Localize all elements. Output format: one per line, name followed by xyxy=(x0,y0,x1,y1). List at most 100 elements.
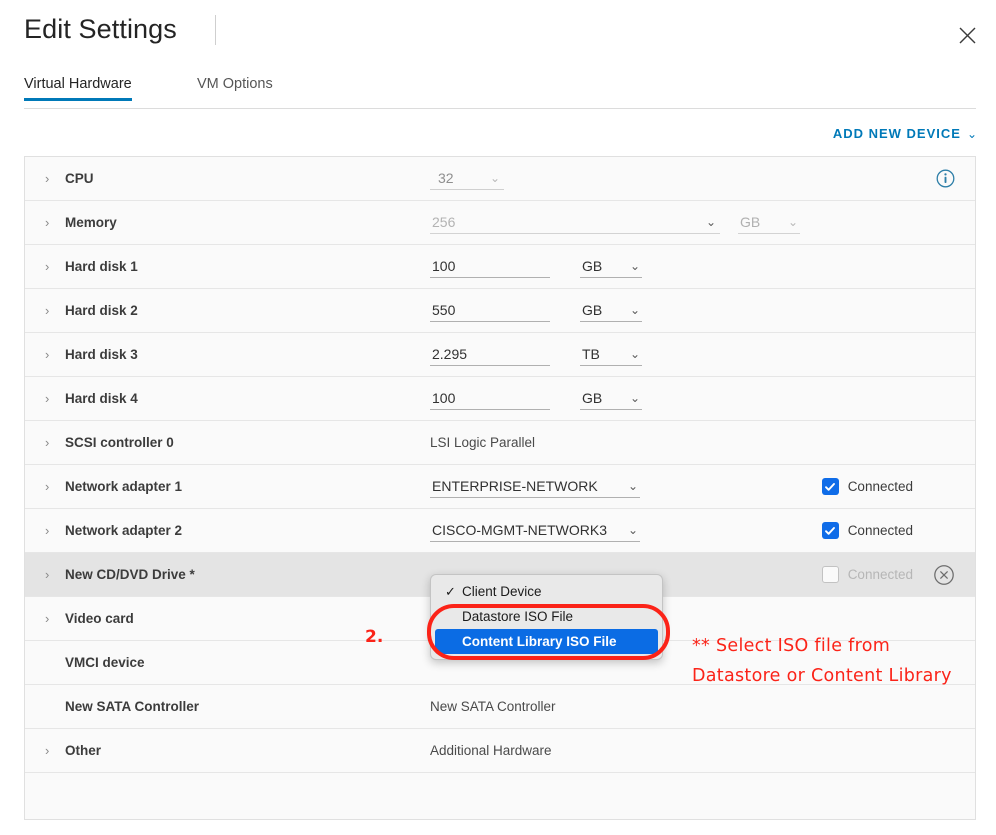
edit-settings-dialog: Edit Settings Virtual Hardware VM Option… xyxy=(0,0,996,835)
expand-chevron-icon[interactable]: › xyxy=(45,348,57,361)
device-label: Hard disk 1 xyxy=(65,259,138,274)
device-value-cell: 256 ⌄ GB ⌄ xyxy=(430,212,800,234)
device-value-cell: ENTERPRISE-NETWORK ⌄ xyxy=(430,476,640,498)
device-value-cell: CISCO-MGMT-NETWORK3 ⌄ xyxy=(430,520,640,542)
table-row[interactable]: › Hard disk 1 100 GB ⌄ xyxy=(25,245,975,289)
network-select[interactable]: CISCO-MGMT-NETWORK3 ⌄ xyxy=(430,520,640,542)
tab-virtual-hardware[interactable]: Virtual Hardware xyxy=(24,76,132,101)
cddvd-type-dropdown-menu[interactable]: ✓ Client Device Datastore ISO File Content … xyxy=(430,574,663,660)
network-value: ENTERPRISE-NETWORK xyxy=(432,478,598,494)
disk-size-input[interactable]: 550 xyxy=(430,300,550,322)
table-row[interactable]: › Network adapter 1 ENTERPRISE-NETWORK ⌄ Con… xyxy=(25,465,975,509)
expand-chevron-icon[interactable]: › xyxy=(45,172,57,185)
add-new-device-button[interactable]: ADD NEW DEVICE ⌄ xyxy=(833,126,978,141)
tab-vm-options[interactable]: VM Options xyxy=(197,76,273,101)
disk-size-value: 100 xyxy=(432,258,456,274)
memory-size-input[interactable]: 256 ⌄ xyxy=(430,212,720,234)
remove-circle-icon[interactable] xyxy=(933,564,955,586)
device-label: SCSI controller 0 xyxy=(65,435,174,450)
disk-unit-select[interactable]: TB ⌄ xyxy=(580,344,642,366)
cpu-count-select[interactable]: 32 ⌄ xyxy=(430,168,504,190)
expand-chevron-icon[interactable]: › xyxy=(45,260,57,273)
disk-unit-value: GB xyxy=(582,258,603,274)
disk-unit-select[interactable]: GB ⌄ xyxy=(580,300,642,322)
table-row[interactable]: New SATA Controller New SATA Controller xyxy=(25,685,975,729)
connected-checkbox[interactable]: Connected xyxy=(821,478,913,495)
dropdown-item[interactable]: Datastore ISO File xyxy=(435,604,658,629)
device-value-cell: 100 GB ⌄ xyxy=(430,256,642,278)
disk-size-input[interactable]: 2.295 xyxy=(430,344,550,366)
chevron-down-icon: ⌄ xyxy=(629,347,640,361)
network-value: CISCO-MGMT-NETWORK3 xyxy=(432,522,607,538)
device-static-value: New SATA Controller xyxy=(430,699,556,714)
table-row[interactable]: › Other Additional Hardware xyxy=(25,729,975,773)
device-static-value: LSI Logic Parallel xyxy=(430,435,536,450)
disk-unit-select[interactable]: GB ⌄ xyxy=(580,256,642,278)
device-value-cell: 32 ⌄ xyxy=(430,168,504,190)
disk-unit-value: GB xyxy=(582,390,603,406)
table-row[interactable]: › Hard disk 2 550 GB ⌄ xyxy=(25,289,975,333)
table-row[interactable]: › Network adapter 2 CISCO-MGMT-NETWORK3 ⌄ Co… xyxy=(25,509,975,553)
device-value-cell: Additional Hardware xyxy=(430,743,552,758)
device-value-cell: LSI Logic Parallel xyxy=(430,435,535,450)
table-row[interactable]: › Memory 256 ⌄ GB ⌄ xyxy=(25,201,975,245)
device-label: Hard disk 2 xyxy=(65,303,138,318)
disk-size-value: 550 xyxy=(432,302,456,318)
dropdown-item[interactable]: Content Library ISO File xyxy=(435,629,658,654)
memory-unit-value: GB xyxy=(740,214,761,230)
expand-chevron-icon[interactable]: › xyxy=(45,392,57,405)
chevron-down-icon: ⌄ xyxy=(489,171,500,185)
memory-size-value: 256 xyxy=(432,214,456,230)
expand-chevron-icon[interactable]: › xyxy=(45,612,57,625)
device-value-cell: 100 GB ⌄ xyxy=(430,388,642,410)
dropdown-item-label: Datastore ISO File xyxy=(462,609,574,624)
table-row[interactable]: › CPU 32 ⌄ xyxy=(25,157,975,201)
chevron-down-icon: ⌄ xyxy=(627,479,638,493)
checkbox-box xyxy=(821,478,839,495)
disk-unit-select[interactable]: GB ⌄ xyxy=(580,388,642,410)
device-value-cell: New SATA Controller xyxy=(430,699,556,714)
expand-chevron-icon[interactable]: › xyxy=(45,436,57,449)
dialog-header: Edit Settings xyxy=(0,0,996,72)
device-label: Other xyxy=(65,743,102,758)
page-title: Edit Settings xyxy=(24,14,177,44)
chevron-down-icon: ⌄ xyxy=(966,126,978,141)
device-label: VMCI device xyxy=(65,655,145,670)
connected-label: Connected xyxy=(847,523,913,538)
close-icon[interactable] xyxy=(954,22,980,48)
dropdown-item[interactable]: ✓ Client Device xyxy=(435,579,658,604)
chevron-down-icon: ⌄ xyxy=(629,259,640,273)
table-row-empty xyxy=(25,773,975,819)
title-divider xyxy=(215,15,216,45)
device-label: Network adapter 1 xyxy=(65,479,183,494)
expand-chevron-icon[interactable]: › xyxy=(45,524,57,537)
disk-size-input[interactable]: 100 xyxy=(430,256,550,278)
expand-chevron-icon[interactable]: › xyxy=(45,568,57,581)
device-value-cell: 2.295 TB ⌄ xyxy=(430,344,642,366)
device-static-value: Additional Hardware xyxy=(430,743,552,758)
device-label: New CD/DVD Drive * xyxy=(65,567,195,582)
table-row[interactable]: › SCSI controller 0 LSI Logic Parallel xyxy=(25,421,975,465)
chevron-down-icon: ⌄ xyxy=(627,523,638,537)
device-label: Network adapter 2 xyxy=(65,523,183,538)
table-row[interactable]: › Hard disk 3 2.295 TB ⌄ xyxy=(25,333,975,377)
disk-unit-value: GB xyxy=(582,302,603,318)
info-icon[interactable] xyxy=(936,169,955,188)
tab-underline-rule xyxy=(24,108,976,109)
expand-chevron-icon[interactable]: › xyxy=(45,216,57,229)
disk-size-input[interactable]: 100 xyxy=(430,388,550,410)
check-icon: ✓ xyxy=(445,583,456,599)
connected-checkbox[interactable]: Connected xyxy=(821,522,913,539)
network-select[interactable]: ENTERPRISE-NETWORK ⌄ xyxy=(430,476,640,498)
table-row[interactable]: › Hard disk 4 100 GB ⌄ xyxy=(25,377,975,421)
device-label: CPU xyxy=(65,171,94,186)
memory-unit-select[interactable]: GB ⌄ xyxy=(738,212,800,234)
chevron-down-icon: ⌄ xyxy=(705,215,716,229)
expand-chevron-icon[interactable]: › xyxy=(45,744,57,757)
expand-chevron-icon[interactable]: › xyxy=(45,480,57,493)
chevron-down-icon: ⌄ xyxy=(629,391,640,405)
expand-chevron-icon[interactable]: › xyxy=(45,304,57,317)
connected-label: Connected xyxy=(847,567,913,582)
checkbox-box xyxy=(821,566,839,583)
disk-size-value: 100 xyxy=(432,390,456,406)
